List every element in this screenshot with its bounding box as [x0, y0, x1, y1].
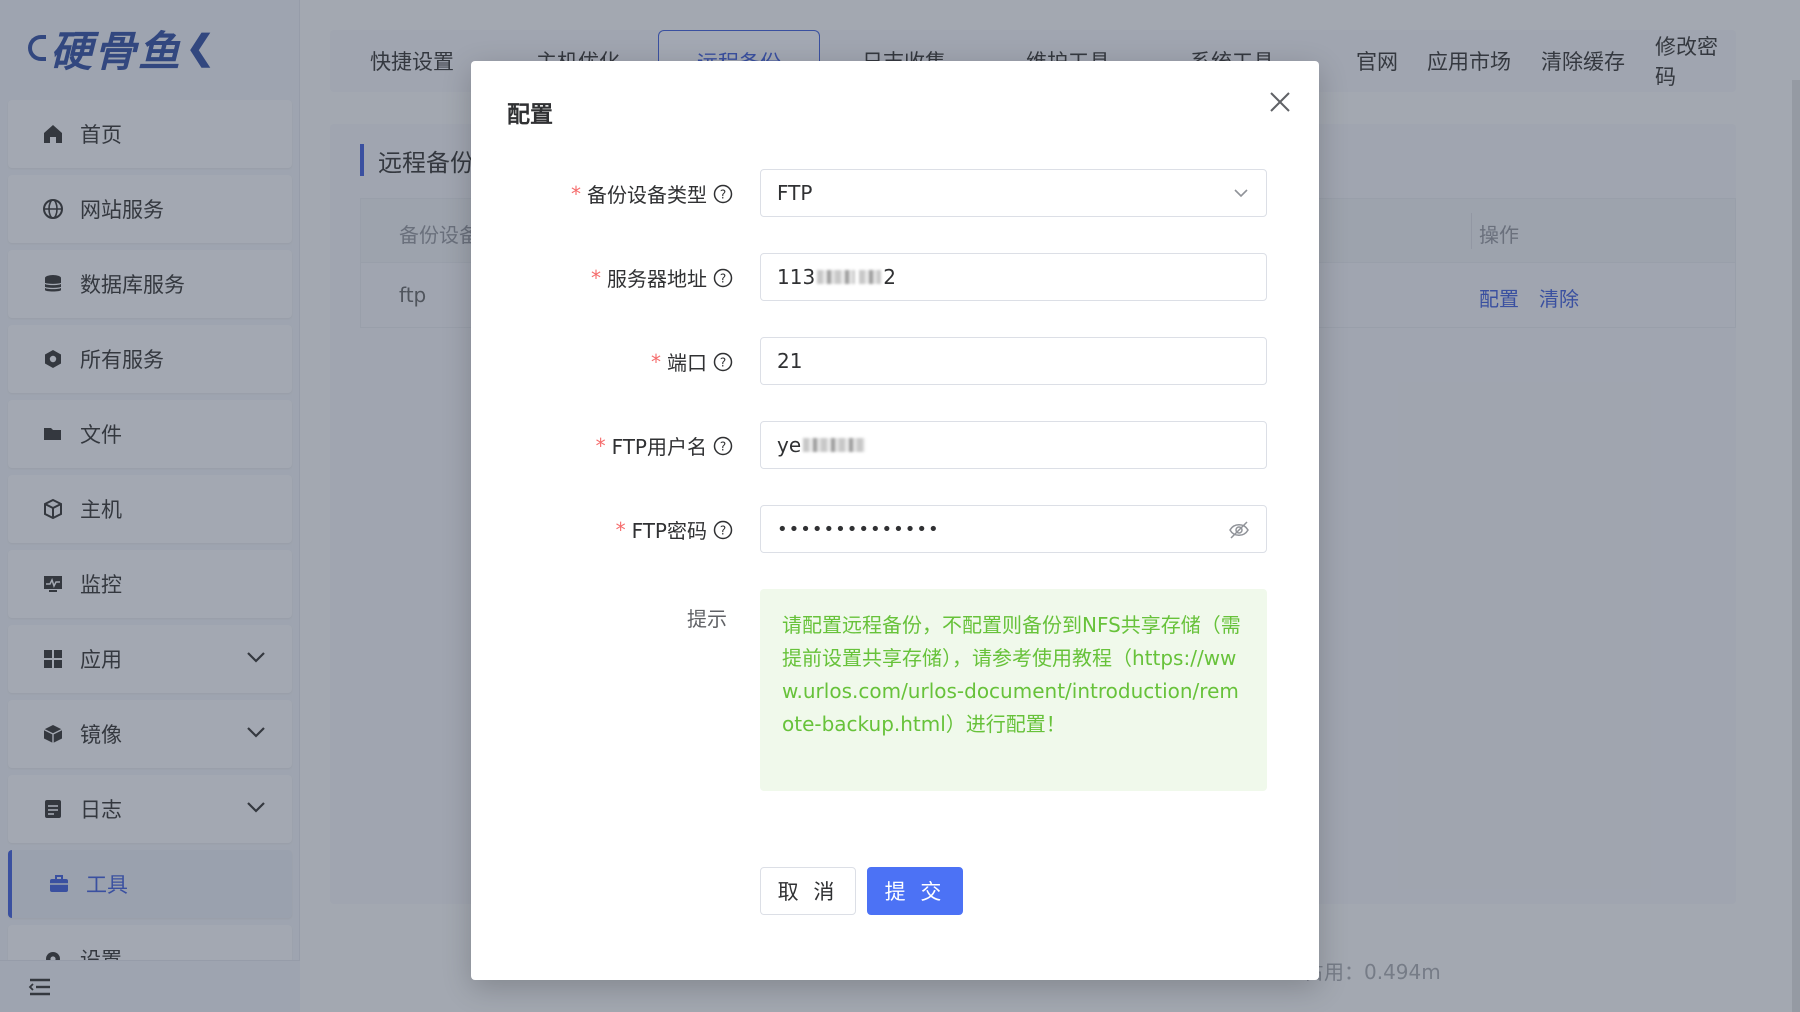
svg-text:?: ? — [720, 523, 726, 537]
input-value-suffix: 2 — [883, 265, 896, 289]
redacted-text — [817, 270, 856, 284]
ftp-password-input[interactable]: •••••••••••••• — [760, 505, 1267, 553]
form-label-port: * 端口 ? — [651, 347, 733, 376]
form-label-server-address: * 服务器地址 ? — [591, 263, 733, 292]
form-row-port: * 端口 ? 21 — [471, 337, 1319, 385]
chevron-down-icon — [1232, 183, 1250, 208]
field-label-text: FTP密码 — [631, 519, 707, 543]
required-asterisk: * — [595, 433, 606, 458]
submit-button[interactable]: 提 交 — [867, 867, 963, 915]
form-row-ftp-username: * FTP用户名 ? ye — [471, 421, 1319, 469]
required-asterisk: * — [571, 181, 581, 206]
required-asterisk: * — [615, 517, 626, 542]
server-address-input[interactable]: 113 2 — [760, 253, 1267, 301]
svg-text:?: ? — [720, 439, 726, 453]
redacted-text — [803, 438, 866, 452]
form-label-device-type: * 备份设备类型 ? — [571, 179, 733, 208]
required-asterisk: * — [591, 265, 601, 290]
help-icon[interactable]: ? — [713, 436, 733, 456]
field-label-text: 端口 — [667, 351, 707, 375]
close-icon[interactable] — [1267, 89, 1293, 115]
input-value-prefix: ye — [777, 433, 802, 457]
svg-text:?: ? — [720, 271, 726, 285]
dialog-title: 配置 — [507, 102, 553, 128]
form-row-server-address: * 服务器地址 ? 113 2 — [471, 253, 1319, 301]
port-input[interactable]: 21 — [760, 337, 1267, 385]
svg-text:?: ? — [720, 187, 726, 201]
form-row-device-type: * 备份设备类型 ? FTP — [471, 169, 1319, 217]
ftp-username-input[interactable]: ye — [760, 421, 1267, 469]
field-label-text: 服务器地址 — [607, 267, 707, 291]
cancel-button[interactable]: 取 消 — [760, 867, 856, 915]
form-label-ftp-username: * FTP用户名 ? — [596, 431, 733, 460]
tip-label: 提示 — [687, 607, 727, 631]
help-icon[interactable]: ? — [713, 268, 733, 288]
tip-message: 请配置远程备份，不配置则备份到NFS共享存储（需提前设置共享存储），请参考使用教… — [760, 589, 1267, 791]
svg-text:?: ? — [720, 355, 726, 369]
required-asterisk: * — [651, 349, 661, 374]
redacted-text — [859, 270, 882, 284]
field-label-text: 备份设备类型 — [587, 183, 707, 207]
field-label-text: FTP用户名 — [611, 435, 707, 459]
help-icon[interactable]: ? — [713, 352, 733, 372]
input-value: 21 — [777, 349, 803, 373]
form-label-ftp-password: * FTP密码 ? — [616, 515, 733, 544]
input-value-prefix: 113 — [777, 265, 816, 289]
help-icon[interactable]: ? — [713, 184, 733, 204]
password-mask: •••••••••••••• — [777, 518, 940, 540]
select-value: FTP — [777, 181, 813, 205]
config-dialog: 配置 * 备份设备类型 ? FTP * 服务器地址 ? 113 2 * 端口 ?… — [471, 61, 1319, 980]
eye-hidden-icon[interactable] — [1228, 519, 1250, 546]
form-row-ftp-password: * FTP密码 ? •••••••••••••• — [471, 505, 1319, 553]
help-icon[interactable]: ? — [713, 520, 733, 540]
device-type-select[interactable]: FTP — [760, 169, 1267, 217]
